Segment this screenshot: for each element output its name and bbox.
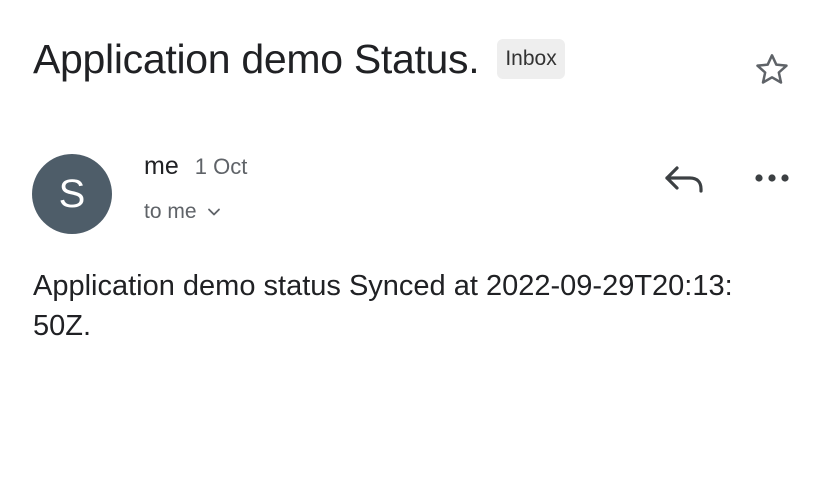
sender-info: me 1 Oct: [144, 152, 247, 181]
sender-name: me: [144, 152, 179, 180]
star-icon[interactable]: [752, 50, 792, 90]
recipient-text: to me: [144, 200, 197, 223]
chevron-down-icon: [207, 208, 220, 216]
recipient-details-toggle[interactable]: to me: [144, 200, 221, 224]
more-options-icon[interactable]: [752, 166, 792, 190]
email-view: Application demo Status. Inbox S me 1 Oc…: [0, 0, 828, 496]
sender-avatar[interactable]: S: [32, 154, 112, 234]
email-body: Application demo status Synced at 2022-0…: [33, 270, 733, 342]
reply-icon[interactable]: [662, 160, 706, 200]
email-subject: Application demo Status.: [33, 36, 480, 82]
sent-date: 1 Oct: [194, 154, 248, 179]
inbox-label-chip[interactable]: Inbox: [497, 39, 565, 79]
subject-header: Application demo Status. Inbox: [33, 34, 565, 84]
